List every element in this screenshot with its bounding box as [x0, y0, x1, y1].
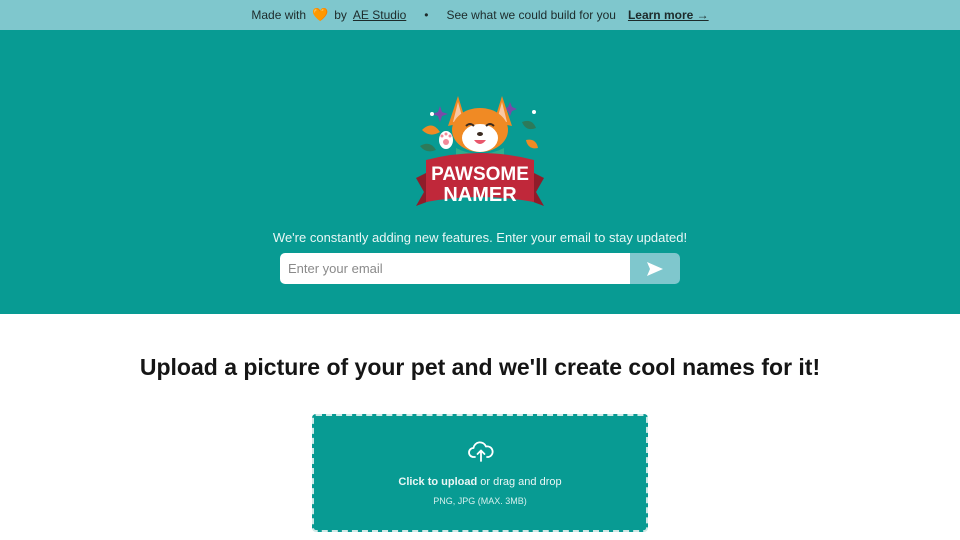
made-with-text: Made with	[251, 8, 307, 22]
send-button[interactable]	[630, 253, 680, 284]
cloud-upload-icon	[468, 441, 494, 462]
email-subscribe-form	[280, 253, 680, 284]
by-text: by	[334, 8, 347, 22]
pawsome-namer-logo: PAWSOME NAMER	[416, 96, 544, 206]
logo-line2: NAMER	[443, 184, 517, 206]
subscribe-message: We're constantly adding new features. En…	[272, 230, 688, 245]
file-type-hint: PNG, JPG (MAX. 3MB)	[433, 496, 527, 506]
tagline-text: See what we could build for you	[446, 8, 616, 22]
click-to-upload-link[interactable]: Click to upload	[398, 476, 477, 488]
bullet-separator: •	[424, 8, 429, 22]
learn-more-link[interactable]: Learn more →	[628, 8, 709, 22]
heart-icon: 🧡	[312, 7, 329, 22]
upload-instruction: Click to upload or drag and drop	[314, 476, 646, 488]
upload-dropzone[interactable]: Click to upload or drag and drop PNG, JP…	[312, 414, 648, 532]
drag-drop-text: or drag and drop	[477, 476, 562, 488]
hero-section: PAWSOME NAMER We're constantly adding ne…	[0, 30, 960, 314]
promo-banner: Made with 🧡 by AE Studio • See what we c…	[0, 0, 960, 30]
ae-studio-link[interactable]: AE Studio	[353, 8, 406, 22]
send-icon	[647, 261, 663, 276]
page-title: Upload a picture of your pet and we'll c…	[139, 354, 821, 380]
email-input[interactable]	[280, 253, 630, 284]
logo-line1: PAWSOME	[431, 164, 529, 185]
